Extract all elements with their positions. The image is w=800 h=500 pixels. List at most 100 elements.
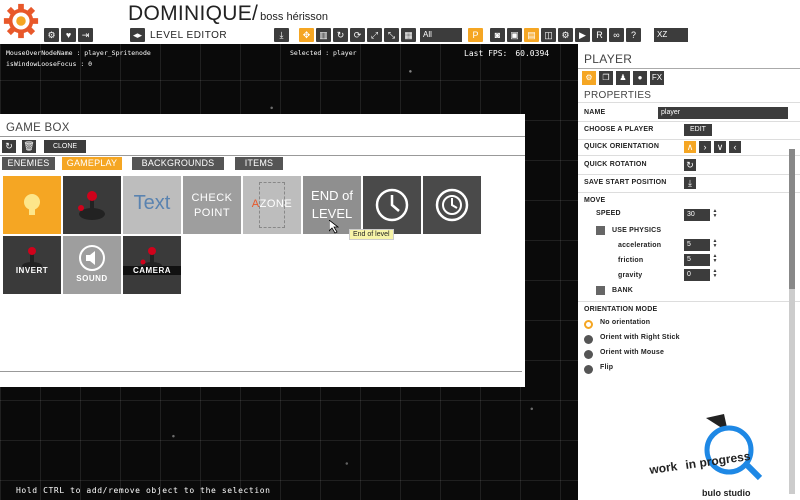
acceleration-stepper-icon[interactable]: ▲ ▼ — [712, 239, 718, 249]
speed-label: SPEED — [596, 210, 621, 217]
radio-flip[interactable] — [584, 365, 593, 374]
radio-no-orientation[interactable] — [584, 320, 593, 329]
edit-toolbar-group: ⤓ ✥ ▥ ↻ ⟳ ⤢ ⤡ ▦ — [274, 28, 416, 42]
link-icon[interactable]: ∞ — [609, 28, 624, 42]
lock-icon[interactable]: ▣ — [507, 28, 522, 42]
gear-logo-icon[interactable] — [2, 2, 40, 40]
name-input[interactable]: player — [658, 107, 788, 119]
tile-joystick[interactable] — [63, 176, 121, 234]
option-flip: Flip — [600, 364, 614, 371]
debug-mouse-over: MouseOverNodeName : player_Spritenode — [6, 49, 151, 57]
help-icon[interactable]: ? — [626, 28, 641, 42]
scrollbar-thumb[interactable] — [789, 149, 795, 289]
bomb-icon[interactable]: ● — [633, 71, 647, 85]
refresh-icon[interactable]: ↻ — [2, 140, 16, 153]
play-icon[interactable]: ▶ — [575, 28, 590, 42]
game-box-window: GAME BOX ↻ 🗑 CLONE ENEMIES GAMEPLAY BACK… — [0, 114, 525, 387]
scale-tool-icon[interactable]: ▥ — [316, 28, 331, 42]
clock-reset-icon — [435, 188, 469, 222]
tile-timer[interactable] — [363, 176, 421, 234]
tile-timer-reset[interactable] — [423, 176, 481, 234]
tile-camera[interactable]: CAMERA — [123, 236, 181, 294]
end-of-level-tooltip: End of level — [349, 229, 394, 240]
gear-icon[interactable]: ⚙ — [558, 28, 573, 42]
trash-icon[interactable]: 🗑 — [22, 140, 36, 153]
tile-invert-label: INVERT — [15, 266, 49, 275]
panel-scrollbar[interactable] — [789, 149, 795, 494]
quick-orientation-label: QUICK ORIENTATION — [584, 143, 660, 150]
person-icon[interactable]: ♟ — [616, 71, 630, 85]
radio-right-stick[interactable] — [584, 335, 593, 344]
arrow-up-icon[interactable]: ∧ — [684, 141, 696, 153]
r-icon[interactable]: R — [592, 28, 607, 42]
tile-invert[interactable]: INVERT — [3, 236, 61, 294]
properties-gear-icon[interactable]: ⚙ — [582, 71, 596, 85]
exit-icon[interactable]: ⇥ — [78, 28, 93, 42]
switch-mode-icon[interactable]: ◂▸ — [130, 28, 145, 42]
save-start-icon[interactable]: ⤓ — [684, 177, 696, 189]
tab-backgrounds[interactable]: BACKGROUNDS — [132, 157, 224, 170]
gravity-input[interactable]: 0 — [684, 269, 710, 281]
rotate-tool-icon[interactable]: ↻ — [333, 28, 348, 42]
arrow-right-icon[interactable]: › — [699, 141, 711, 153]
tile-ai-zone[interactable]: AZONE — [243, 176, 301, 234]
app-title: DOMINIQUE/boss hérisson — [128, 2, 329, 25]
bank-checkbox[interactable] — [596, 286, 605, 295]
save-start-label: SAVE START POSITION — [584, 179, 667, 186]
layers-icon[interactable]: ◫ — [541, 28, 556, 42]
use-physics-checkbox[interactable] — [596, 226, 605, 235]
speed-stepper-icon[interactable]: ▲ ▼ — [712, 209, 718, 219]
option-no-orientation: No orientation — [600, 319, 651, 326]
grid-icon[interactable]: ▦ — [401, 28, 416, 42]
quick-rotation-label: QUICK ROTATION — [584, 161, 647, 168]
axis-select[interactable]: XZ — [654, 28, 688, 42]
use-physics-label: USE PHYSICS — [612, 227, 662, 234]
tile-sound[interactable]: SOUND — [63, 236, 121, 294]
app-subtitle: boss hérisson — [260, 11, 329, 23]
friction-label: friction — [618, 257, 644, 264]
rotate-alt-icon[interactable]: ⟳ — [350, 28, 365, 42]
edit-button[interactable]: EDIT — [684, 124, 712, 136]
copy-icon[interactable]: ❐ — [599, 71, 613, 85]
camera-icon[interactable]: ◙ — [490, 28, 505, 42]
orientation-mode-label: ORIENTATION MODE — [584, 306, 658, 313]
layer-select[interactable]: All — [420, 28, 462, 42]
acceleration-input[interactable]: 5 — [684, 239, 710, 251]
tile-light[interactable] — [3, 176, 61, 234]
debug-window-focus: isWindowLooseFocus : 0 — [6, 60, 93, 68]
tile-text[interactable]: Text — [123, 176, 181, 234]
image-icon[interactable]: ▤ — [524, 28, 539, 42]
heart-icon[interactable]: ♥ — [61, 28, 76, 42]
fx-icon[interactable]: FX — [650, 71, 664, 85]
gravity-stepper-icon[interactable]: ▲ ▼ — [712, 269, 718, 279]
clone-button[interactable]: CLONE — [44, 140, 86, 153]
fps-value: 60.0394 — [515, 49, 550, 58]
tile-end-line1: END of — [311, 188, 353, 203]
tab-enemies[interactable]: ENEMIES — [2, 157, 55, 170]
p-icon[interactable]: P — [468, 28, 483, 42]
editor-mode-label: LEVEL EDITOR — [150, 30, 228, 41]
tile-ai-zone-label: AZONE — [251, 198, 293, 210]
resize-icon[interactable]: ⤢ — [367, 28, 382, 42]
download-icon[interactable]: ⤓ — [274, 28, 289, 42]
tab-gameplay[interactable]: GAMEPLAY — [62, 157, 122, 170]
radio-mouse[interactable] — [584, 350, 593, 359]
settings-icon[interactable]: ⚙ — [44, 28, 59, 42]
tile-sound-label: SOUND — [76, 274, 108, 283]
arrow-down-icon[interactable]: ∨ — [714, 141, 726, 153]
mouse-cursor-icon — [329, 220, 339, 234]
friction-stepper-icon[interactable]: ▲ ▼ — [712, 254, 718, 264]
tab-items[interactable]: ITEMS — [235, 157, 283, 170]
friction-input[interactable]: 5 — [684, 254, 710, 266]
move-tool-icon[interactable]: ✥ — [299, 28, 314, 42]
clock-icon — [375, 188, 409, 222]
game-box-title: GAME BOX — [6, 122, 70, 134]
option-mouse: Orient with Mouse — [600, 349, 665, 356]
tile-end-of-level[interactable]: END of LEVEL — [303, 176, 361, 234]
speed-input[interactable]: 30 — [684, 209, 710, 221]
arrow-left-icon[interactable]: ‹ — [729, 141, 741, 153]
tile-checkpoint[interactable]: CHECK POINT — [183, 176, 241, 234]
bank-label: BANK — [612, 287, 634, 294]
shrink-icon[interactable]: ⤡ — [384, 28, 399, 42]
rotate-icon[interactable]: ↻ — [684, 159, 696, 171]
